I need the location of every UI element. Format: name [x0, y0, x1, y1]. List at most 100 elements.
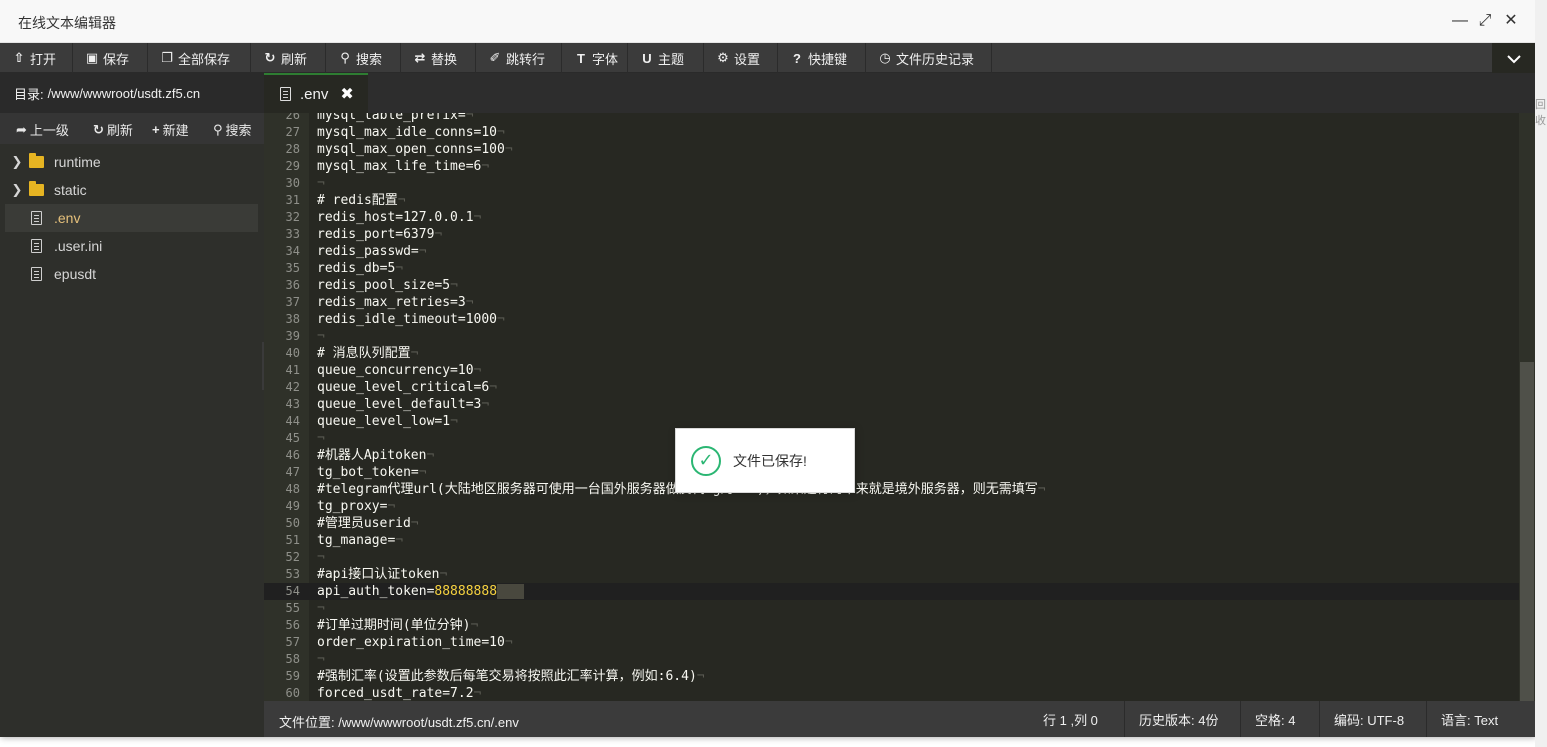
code-line[interactable]: 53 #api接口认证token¬ [264, 566, 1519, 583]
encoding-setting[interactable]: 编码: UTF-8 [1319, 701, 1418, 737]
code-content: #管理员userid [317, 516, 411, 531]
search-button[interactable]: ⚲ 搜索 [326, 43, 401, 73]
search-label: 搜索 [356, 51, 383, 67]
code-line[interactable]: 60 forced_usdt_rate=7.2¬ [264, 685, 1519, 701]
eol-marker: ¬ [317, 550, 325, 565]
file-icon [31, 239, 42, 253]
line-number: 40 [285, 346, 300, 360]
code-line[interactable]: 43 queue_level_default=3¬ [264, 396, 1519, 413]
code-line[interactable]: 46 #机器人Apitoken¬ [264, 447, 1519, 464]
cursor-position[interactable]: 行 1 ,列 0 [1029, 701, 1112, 737]
code-line[interactable]: 27 mysql_max_idle_conns=10¬ [264, 124, 1519, 141]
refresh-button[interactable]: ↻ 刷新 [251, 43, 326, 73]
code-line[interactable]: 30 ¬ [264, 175, 1519, 192]
tree-item-epusdt[interactable]: epusdt [5, 260, 258, 288]
eol-marker: ¬ [410, 516, 419, 531]
code-line[interactable]: 45 ¬ [264, 430, 1519, 447]
goto-line-button[interactable]: ✐ 跳转行 [476, 43, 562, 73]
code-line[interactable]: 41 queue_concurrency=10¬ [264, 362, 1519, 379]
history-button[interactable]: ◷ 文件历史记录 [866, 43, 992, 73]
theme-button[interactable]: U 主题 [628, 43, 704, 73]
code-line[interactable]: 47 tg_bot_token=¬ [264, 464, 1519, 481]
code-line[interactable]: 31 # redis配置¬ [264, 192, 1519, 209]
code-text: redis_host=127.0.0.1¬ [317, 209, 481, 226]
code-line[interactable]: 44 queue_level_low=1¬ [264, 413, 1519, 430]
font-button[interactable]: T 字体 [562, 43, 628, 73]
scrollbar-thumb[interactable] [1520, 362, 1534, 701]
code-line[interactable]: 42 queue_level_critical=6¬ [264, 379, 1519, 396]
code-line[interactable]: 32 redis_host=127.0.0.1¬ [264, 209, 1519, 226]
sidebar-search-button[interactable]: ⚲ 搜索 [213, 120, 252, 139]
code-line[interactable]: 56 #订单过期时间(单位分钟)¬ [264, 617, 1519, 634]
code-line[interactable]: 36 redis_pool_size=5¬ [264, 277, 1519, 294]
code-text: #机器人Apitoken¬ [317, 447, 434, 464]
gear-icon: ⚙ [717, 50, 729, 65]
floppy-icon: ▣ [85, 50, 99, 65]
directory-label: 目录: [14, 86, 44, 102]
line-number: 45 [285, 431, 300, 445]
code-line[interactable]: 33 redis_port=6379¬ [264, 226, 1519, 243]
line-number: 44 [285, 414, 300, 428]
settings-button[interactable]: ⚙ 设置 [704, 43, 778, 73]
replace-button[interactable]: ⇄ 替换 [401, 43, 476, 73]
code-line[interactable]: 37 redis_max_retries=3¬ [264, 294, 1519, 311]
code-line[interactable]: 35 redis_db=5¬ [264, 260, 1519, 277]
eol-marker: ¬ [465, 295, 474, 310]
eol-marker: ¬ [497, 125, 505, 140]
code-line[interactable]: 49 tg_proxy=¬ [264, 498, 1519, 515]
indent-setting[interactable]: 空格: 4 [1240, 701, 1309, 737]
upload-icon: ⇧ [13, 50, 25, 65]
history-label: 文件历史记录 [896, 51, 975, 67]
code-line[interactable]: 59 #强制汇率(设置此参数后每笔交易将按照此汇率计算，例如:6.4)¬ [264, 668, 1519, 685]
code-line[interactable]: 51 tg_manage=¬ [264, 532, 1519, 549]
eol-marker: ¬ [504, 142, 513, 157]
save-all-button[interactable]: ❐ 全部保存 [148, 43, 251, 73]
tab-env[interactable]: .env ✖ [264, 73, 368, 113]
code-text: redis_port=6379¬ [317, 226, 442, 243]
chevron-right-icon[interactable]: ❯ [5, 154, 29, 170]
tree-item-runtime[interactable]: ❯ runtime [5, 148, 258, 176]
code-line[interactable]: 57 order_expiration_time=10¬ [264, 634, 1519, 651]
code-line[interactable]: 58 ¬ [264, 651, 1519, 668]
clock-icon: ◷ [879, 50, 891, 65]
code-line[interactable]: 39 ¬ [264, 328, 1519, 345]
tab-close-icon[interactable]: ✖ [340, 84, 353, 104]
code-line[interactable]: 29 mysql_max_life_time=6¬ [264, 158, 1519, 175]
text-cursor [497, 584, 525, 599]
save-button[interactable]: ▣ 保存 [73, 43, 148, 73]
code-line[interactable]: 26 mysql_table_prefix=¬ [264, 113, 1519, 124]
code-line[interactable]: 40 # 消息队列配置¬ [264, 345, 1519, 362]
code-line[interactable]: 28 mysql_max_open_conns=100¬ [264, 141, 1519, 158]
line-number: 52 [285, 550, 300, 564]
sidebar-up-button[interactable]: ➦ 上一级 [16, 120, 69, 139]
eol-marker: ¬ [418, 465, 427, 480]
sidebar-refresh-button[interactable]: ↻ 刷新 [93, 120, 133, 139]
tree-item-static[interactable]: ❯ static [5, 176, 258, 204]
code-line[interactable]: 52 ¬ [264, 549, 1519, 566]
maximize-icon[interactable]: ⤢ [1476, 12, 1494, 30]
open-button[interactable]: ⇧ 打开 [0, 43, 73, 73]
chevron-down-icon[interactable] [1492, 43, 1535, 75]
sidebar-new-button[interactable]: + 新建 [152, 120, 189, 139]
chevron-right-icon[interactable]: ❯ [5, 182, 29, 198]
code-text: mysql_table_prefix=¬ [317, 113, 474, 124]
question-icon: ? [793, 50, 801, 66]
tree-item-userini[interactable]: .user.ini [5, 232, 258, 260]
close-icon[interactable]: ✕ [1502, 12, 1520, 30]
code-line[interactable]: 54 api_auth_token=88888888 [264, 583, 1519, 600]
code-text: #管理员userid¬ [317, 515, 419, 532]
code-line[interactable]: 38 redis_idle_timeout=1000¬ [264, 311, 1519, 328]
code-line[interactable]: 50 #管理员userid¬ [264, 515, 1519, 532]
shortcuts-label: 快捷键 [808, 51, 848, 67]
code-line[interactable]: 48#telegram代理url(大陆地区服务器可使用一台国外服务器做反代tg的… [264, 481, 1519, 498]
file-sidebar: 目录: /www/wwwroot/usdt.zf5.cn ➦ 上一级 ↻ 刷新 + 新建 ⚲… [0, 73, 264, 737]
save-label: 保存 [103, 51, 130, 67]
language-setting[interactable]: 语言: Text [1426, 701, 1512, 737]
code-line[interactable]: 55 ¬ [264, 600, 1519, 617]
code-line[interactable]: 34 redis_passwd=¬ [264, 243, 1519, 260]
shortcuts-button[interactable]: ? 快捷键 [778, 43, 866, 73]
tree-item-env[interactable]: .env [5, 204, 258, 232]
history-versions[interactable]: 历史版本: 4份 [1124, 701, 1232, 737]
minimize-icon[interactable]: — [1451, 12, 1469, 30]
code-editor[interactable]: 26 mysql_table_prefix=¬ 27 mysql_max_idle_c… [264, 113, 1535, 701]
